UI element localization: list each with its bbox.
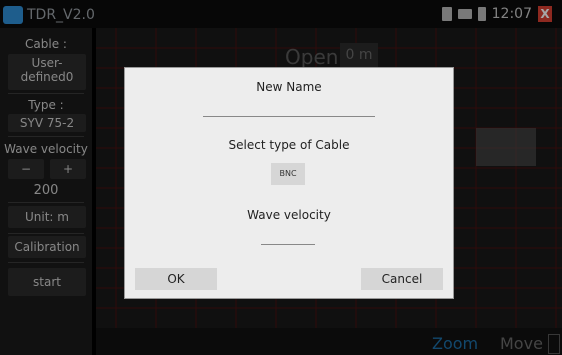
wave-velocity-label: Wave velocity xyxy=(247,208,331,222)
new-cable-dialog: New Name Select type of Cable BNC Wave v… xyxy=(125,68,453,298)
bnc-button[interactable]: BNC xyxy=(271,163,305,185)
name-input[interactable] xyxy=(203,116,375,117)
wave-velocity-input[interactable] xyxy=(261,244,315,245)
select-cable-label: Select type of Cable xyxy=(228,138,350,152)
cancel-button[interactable]: Cancel xyxy=(361,268,443,290)
ok-button[interactable]: OK xyxy=(135,268,217,290)
dialog-title: New Name xyxy=(256,80,322,94)
